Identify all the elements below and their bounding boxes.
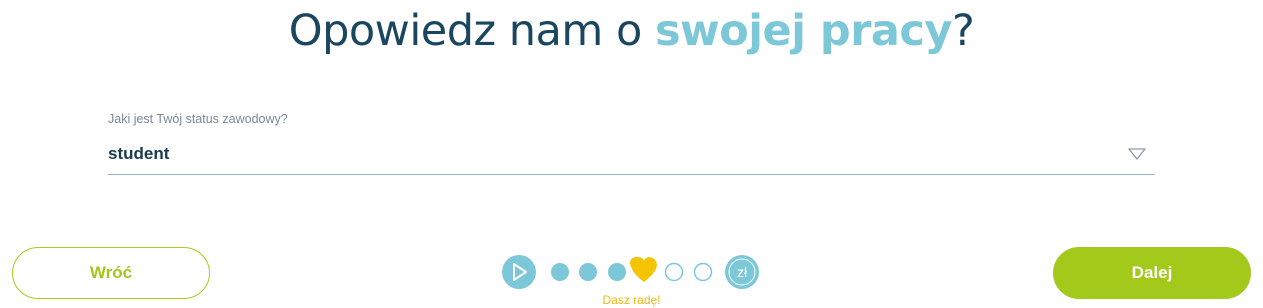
status-select-value: student — [108, 144, 170, 163]
page-title-accent: swojej pracy — [654, 6, 953, 56]
step-dot-remaining — [693, 262, 713, 282]
page-title-question-mark: ? — [951, 6, 975, 56]
step-dot-remaining — [664, 262, 684, 282]
back-button[interactable]: Wróć — [12, 247, 210, 299]
progress-steps: zł — [500, 248, 765, 298]
step-dot-completed — [608, 263, 626, 281]
status-select[interactable]: student — [108, 140, 1155, 175]
step-dot-completed — [551, 263, 569, 281]
next-button[interactable]: Dalej — [1053, 247, 1251, 299]
heart-icon — [630, 257, 657, 282]
status-field-label: Jaki jest Twój status zawodowy? — [108, 112, 288, 126]
chevron-down-icon[interactable] — [1127, 146, 1147, 162]
currency-icon-text: zł — [737, 264, 748, 280]
page-title-text: Opowiedz nam o — [288, 6, 655, 56]
currency-icon: zł — [725, 255, 759, 289]
page-title: Opowiedz nam o swojej pracy? — [0, 6, 1263, 56]
step-dot-completed — [579, 263, 597, 281]
play-icon — [502, 255, 536, 289]
